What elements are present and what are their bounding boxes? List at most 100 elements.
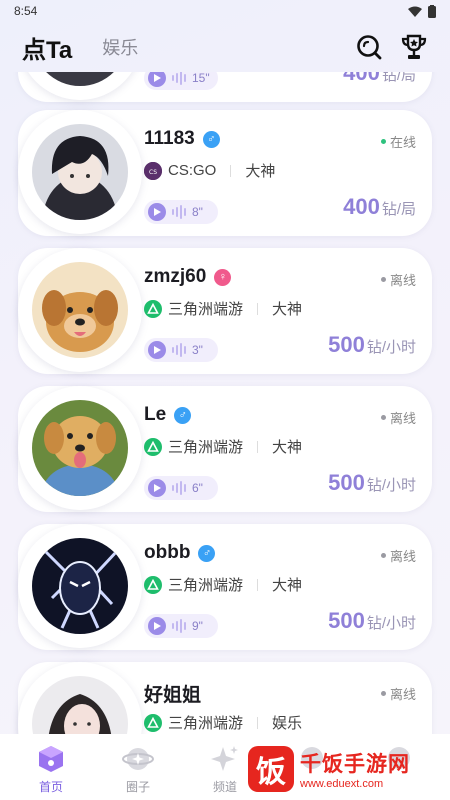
voice-duration: 15" <box>192 72 210 85</box>
player-tag: 大神 <box>272 439 303 456</box>
price: 400 钻/局 <box>343 72 416 86</box>
home-icon <box>34 742 68 776</box>
avatar-ring <box>18 248 142 372</box>
battery-icon <box>428 4 436 18</box>
name-row: Le ♂ <box>144 404 192 426</box>
play-icon <box>148 479 166 497</box>
system-icons <box>408 4 436 18</box>
player-tag: 娱乐 <box>272 715 303 732</box>
divider <box>257 302 259 315</box>
price-unit: 钻/小时 <box>366 477 416 494</box>
status-dot <box>380 691 386 696</box>
top-header: 点Ta 娱乐 <box>0 22 450 72</box>
voice-intro-button[interactable]: 9" <box>144 614 218 638</box>
player-card[interactable]: 好姐姐 离线 三角洲端游 娱乐 <box>18 662 432 734</box>
player-name: obbb <box>144 542 191 563</box>
avatar-ring <box>18 72 142 100</box>
game-name: 三角洲端游 <box>168 715 244 732</box>
voice-duration: 6" <box>192 481 203 495</box>
name-row: 好姐姐 <box>144 680 201 707</box>
online-status: 在线 <box>380 132 416 151</box>
male-icon: ♂ <box>174 406 192 424</box>
trophy-icon <box>401 34 427 59</box>
price-unit: 钻/小时 <box>366 615 416 632</box>
divider <box>257 716 259 729</box>
player-card[interactable]: Le ♂ 离线 三角洲端游 大神 6" 500 钻/小时 <box>18 386 432 512</box>
price: 500 钻/小时 <box>328 608 416 634</box>
waveform-icon <box>172 205 186 219</box>
game-row: 三角洲端游 大神 <box>144 574 302 595</box>
delta-icon <box>144 437 162 456</box>
header-actions <box>356 33 428 61</box>
site-watermark: 饭 千饭手游网 www.eduext.com <box>248 742 444 796</box>
voice-intro-button[interactable]: 8" <box>144 200 218 224</box>
waveform-icon <box>172 481 186 495</box>
wifi-icon <box>408 6 422 17</box>
avatar-ring <box>18 662 142 734</box>
search-button[interactable] <box>356 34 382 60</box>
avatar <box>32 262 128 358</box>
status-bar: 8:54 <box>0 0 450 22</box>
player-tag: 大神 <box>272 577 303 594</box>
delta-icon <box>144 299 162 318</box>
avatar-ring <box>18 386 142 510</box>
watermark-text: 千饭手游网 www.eduext.com <box>300 748 410 790</box>
price: 500 钻/小时 <box>328 332 416 358</box>
csgo-icon: CS <box>144 161 162 180</box>
avatar <box>32 124 128 220</box>
voice-intro-button[interactable]: 6" <box>144 476 218 500</box>
watermark-url: www.eduext.com <box>300 778 384 790</box>
avatar <box>32 400 128 496</box>
online-status: 离线 <box>380 684 416 703</box>
waveform-icon <box>172 343 186 357</box>
game-row: 三角洲端游 大神 <box>144 298 302 319</box>
player-card[interactable]: 11183 ♂ 在线 CS CS:GO 大神 8" 400 钻/局 <box>18 110 432 236</box>
voice-intro-button[interactable]: 15" <box>144 72 218 90</box>
game-name: 三角洲端游 <box>168 577 244 594</box>
voice-intro-button[interactable]: 3" <box>144 338 218 362</box>
price-value: 500 <box>328 332 365 357</box>
sparkle-icon <box>208 742 242 776</box>
online-status: 离线 <box>380 270 416 289</box>
clock: 8:54 <box>14 4 38 18</box>
price-unit: 钻/小时 <box>366 339 416 356</box>
nav-circle[interactable]: 圈子 <box>95 742 181 800</box>
voice-duration: 3" <box>192 343 203 357</box>
player-tag: 大神 <box>272 301 303 318</box>
price-value: 400 <box>343 194 380 219</box>
player-feed: 15" 400 钻/局 11183 ♂ 在线 CS CS:GO 大神 8" 40… <box>0 72 450 734</box>
price-unit: 钻/局 <box>381 72 416 84</box>
price-value: 500 <box>328 608 365 633</box>
nav-channel-label: 频道 <box>212 780 237 794</box>
nav-home[interactable]: 首页 <box>8 742 94 800</box>
online-status: 离线 <box>380 408 416 427</box>
delta-icon <box>144 575 162 594</box>
status-dot <box>380 277 386 282</box>
waveform-icon <box>172 619 186 633</box>
game-name: CS:GO <box>168 162 217 179</box>
game-row: 三角洲端游 娱乐 <box>144 712 302 733</box>
nav-home-label: 首页 <box>38 780 63 794</box>
status-dot <box>380 139 386 144</box>
search-icon <box>357 35 382 60</box>
game-name: 三角洲端游 <box>168 301 244 318</box>
tab-dianta[interactable]: 点Ta <box>22 30 72 65</box>
play-icon <box>148 72 166 87</box>
game-row: CS CS:GO 大神 <box>144 160 275 181</box>
player-card[interactable]: zmzj60 ♀ 离线 三角洲端游 大神 3" 500 钻/小时 <box>18 248 432 374</box>
tab-entertainment[interactable]: 娱乐 <box>102 34 138 60</box>
divider <box>257 440 259 453</box>
price: 500 钻/小时 <box>328 470 416 496</box>
female-icon: ♀ <box>214 268 232 286</box>
watermark-title: 千饭手游网 <box>300 753 410 776</box>
waveform-icon <box>172 72 186 85</box>
online-status: 离线 <box>380 546 416 565</box>
player-tag: 大神 <box>245 163 276 180</box>
player-card[interactable]: 15" 400 钻/局 <box>18 72 432 102</box>
avatar <box>32 538 128 634</box>
game-name: 三角洲端游 <box>168 439 244 456</box>
price-value: 500 <box>328 470 365 495</box>
player-name: 11183 <box>144 128 195 149</box>
ranking-button[interactable] <box>400 33 428 61</box>
player-card[interactable]: obbb ♂ 离线 三角洲端游 大神 9" 500 钻/小时 <box>18 524 432 650</box>
